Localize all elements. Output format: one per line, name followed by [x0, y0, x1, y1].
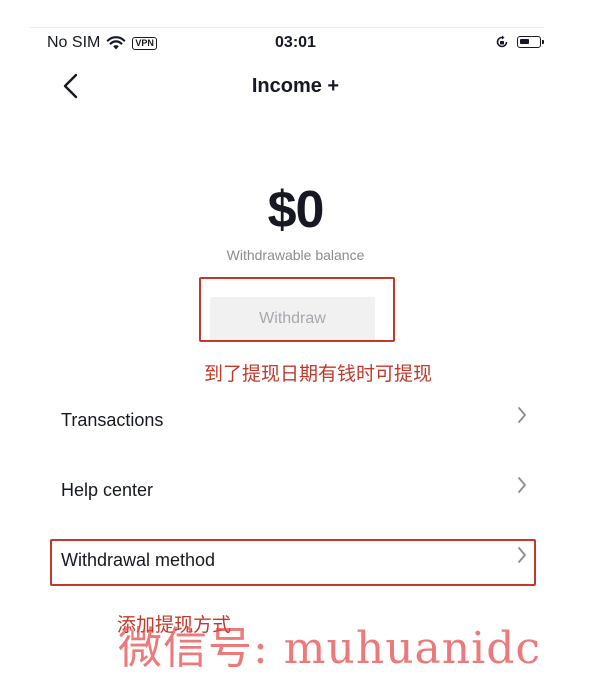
watermark: 微信号: muhuanidc: [118, 623, 541, 674]
page-title: Income +: [251, 75, 340, 97]
chevron-right-icon: [518, 477, 526, 493]
withdrawal-method-highlight-box: [50, 539, 536, 586]
balance-amount: $0: [267, 181, 325, 239]
balance-label: Withdrawable balance: [226, 247, 365, 263]
top-divider: [30, 27, 544, 28]
chevron-right-icon: [518, 407, 526, 423]
menu-item-help-center[interactable]: Help center: [61, 472, 531, 512]
status-bar: No SIM VPN 03:01: [0, 30, 591, 56]
menu-item-label: Help center: [61, 480, 154, 500]
status-right: [495, 35, 544, 49]
menu-item-label: Transactions: [61, 410, 164, 430]
battery-icon: [517, 36, 544, 48]
withdraw-highlight-box: [199, 277, 395, 342]
menu-item-transactions[interactable]: Transactions: [61, 402, 531, 442]
withdraw-annotation: 到了提现日期有钱时可提现: [204, 363, 433, 385]
orientation-lock-icon: [496, 35, 508, 48]
